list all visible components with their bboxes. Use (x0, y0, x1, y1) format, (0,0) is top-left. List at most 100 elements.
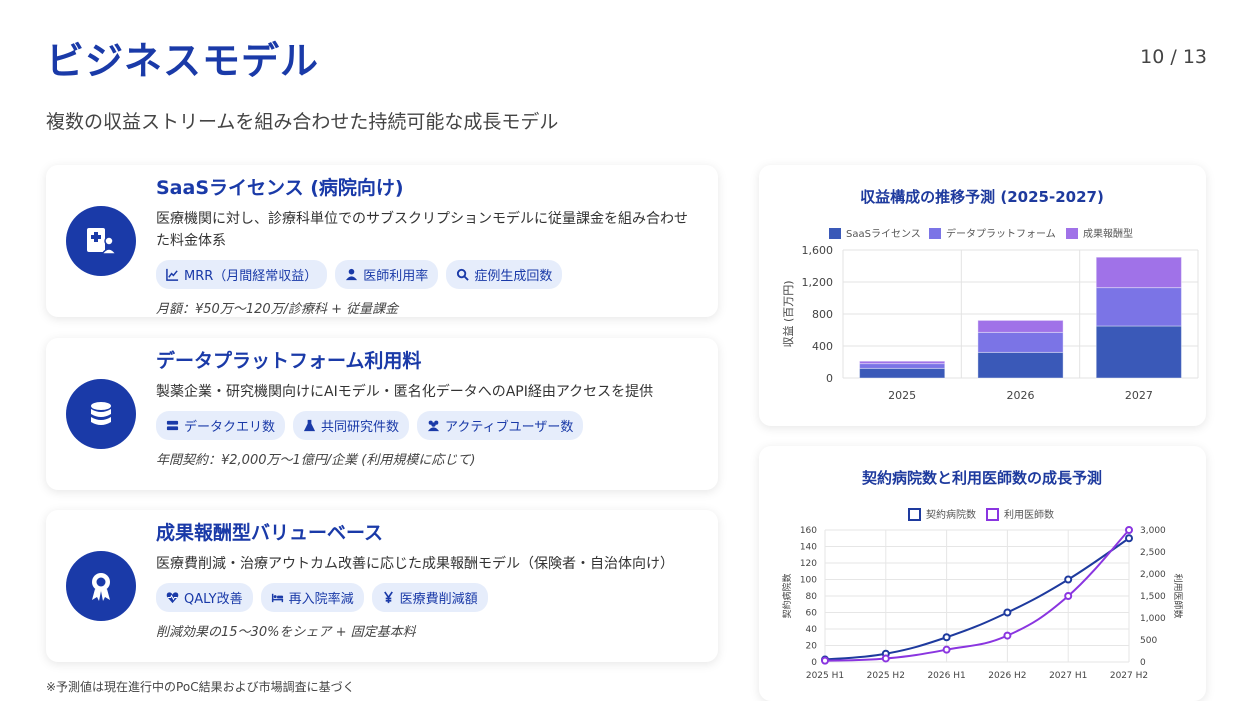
tag-data-queries: データクエリ数 (156, 411, 286, 440)
data-point (942, 633, 951, 642)
y-left-tick-label: 160 (800, 526, 817, 536)
tag-doctor-usage: 医師利用率 (335, 260, 439, 289)
line-chart-icon (166, 268, 179, 281)
card-description: 医療機関に対し、診療科単位でのサブスクリプションモデルに従量課金を組み合わせた料… (156, 211, 688, 249)
card-title: SaaSライセンス (病院向け) (156, 177, 404, 199)
card-title: データプラットフォーム利用料 (156, 350, 422, 372)
y-left-tick-label: 0 (811, 658, 817, 668)
x-tick-label: 2025 H1 (806, 671, 844, 681)
page-subtitle: 複数の収益ストリームを組み合わせた持続可能な成長モデル (46, 111, 559, 133)
data-point (942, 645, 951, 654)
y-left-tick-label: 100 (800, 576, 817, 586)
chart-title: 収益構成の推移予測 (2025-2027) (860, 188, 1104, 206)
growth-chart-panel: 契約病院数と利用医師数の成長予測 契約病院数 利用医師数 0 20 40 60 80 100 12… (759, 446, 1206, 701)
tag-joint-research: 共同研究件数 (293, 411, 410, 440)
tag-readmission: 再入院率減 (260, 583, 364, 612)
flask-icon (303, 419, 316, 432)
bar-segment (859, 363, 946, 369)
card-saas: SaaSライセンス (病院向け) 医療機関に対し、診療科単位でのサブスクリプショ… (46, 165, 718, 317)
server-icon (166, 420, 179, 431)
growth-line-chart: 契約病院数と利用医師数の成長予測契約病院数 利用医師数02040608010012… (781, 469, 1184, 681)
bar-segment (859, 367, 946, 379)
y-tick-label: 0 (826, 372, 833, 385)
data-point (1064, 575, 1073, 584)
card-data-platform: データプラットフォーム利用料 製薬企業・研究機関向けにAIモデル・匿名化データへ… (46, 338, 718, 490)
y-right-tick-label: 0 (1140, 658, 1146, 668)
bar-segment (977, 331, 1064, 353)
yen-icon (383, 591, 393, 604)
y-left-tick-label: 80 (806, 592, 818, 602)
y-tick-label: 400 (812, 340, 833, 353)
tag-mrr: MRR（月間経常収益） (156, 260, 328, 289)
revenue-stacked-bar-chart: 収益構成の推移予測 (2025-2027) SaaSライセンス データプラットフォー… (781, 188, 1199, 402)
x-tick-label: 2027 (1125, 389, 1153, 402)
chart-title: 契約病院数と利用医師数の成長予測 (861, 469, 1102, 487)
legend-swatch (986, 508, 999, 521)
y-left-tick-label: 20 (806, 642, 818, 652)
tag-cost-reduction: 医療費削減額 (371, 583, 488, 612)
revenue-chart-panel: 収益構成の推移予測 (2025-2027) SaaSライセンス データプラットフォー… (759, 165, 1206, 426)
card-note: 削減効果の15〜30%をシェア + 固定基本料 (156, 625, 416, 640)
card-description: 医療費削減・治療アウトカム改善に応じた成果報酬モデル（保険者・自治体向け） (156, 556, 674, 572)
x-tick-label: 2026 (1007, 389, 1035, 402)
x-tick-label: 2027 H2 (1110, 671, 1148, 681)
y-tick-label: 800 (812, 308, 833, 321)
card-note: 月額：¥50万〜120万/診療科 + 従量課金 (156, 302, 399, 317)
footnote: ※予測値は現在進行中のPoC結果および市場調査に基づく (46, 680, 355, 694)
bar-segment (977, 351, 1064, 379)
tag-case-generation: 症例生成回数 (446, 260, 563, 289)
data-point (1064, 592, 1073, 600)
legend-swatch (829, 228, 841, 239)
y-left-tick-label: 120 (800, 559, 817, 569)
page-number: 10 / 13 (1140, 46, 1207, 68)
series-line (824, 537, 1130, 661)
y-right-tick-label: 3,000 (1140, 526, 1166, 536)
card-description: 製薬企業・研究機関向けにAIモデル・匿名化データへのAPI経由アクセスを提供 (156, 384, 654, 400)
legend-label: 利用医師数 (1004, 508, 1054, 521)
bar-segment (859, 360, 946, 365)
series-line (824, 529, 1130, 662)
y-right-tick-label: 500 (1140, 636, 1157, 646)
legend-swatch (1066, 228, 1078, 239)
x-tick-label: 2025 H2 (867, 671, 905, 681)
bar-segment (1095, 325, 1182, 379)
bar-segment (1095, 287, 1182, 327)
y-left-axis-label: 契約病院数 (781, 573, 793, 618)
y-left-tick-label: 140 (800, 543, 817, 553)
data-point (821, 656, 829, 665)
y-axis-label: 収益 (百万円) (781, 280, 795, 347)
y-right-tick-label: 1,000 (1140, 614, 1166, 624)
data-point (881, 654, 890, 663)
tag-qaly: QALY改善 (156, 583, 253, 612)
y-left-tick-label: 40 (806, 625, 818, 635)
doctor-badge-icon (66, 206, 136, 276)
tag-active-users: アクティブユーザー数 (417, 411, 584, 440)
legend-label: データプラットフォーム (946, 227, 1056, 240)
x-tick-label: 2027 H1 (1049, 671, 1087, 681)
database-icon (66, 379, 136, 449)
y-right-tick-label: 2,000 (1140, 570, 1166, 580)
y-right-tick-label: 2,500 (1140, 548, 1166, 558)
y-left-tick-label: 60 (806, 609, 818, 619)
x-tick-label: 2026 H2 (988, 671, 1026, 681)
y-right-tick-label: 1,500 (1140, 592, 1166, 602)
bed-icon (271, 593, 283, 603)
legend-swatch (929, 228, 941, 239)
data-point (1125, 526, 1133, 534)
card-value-based: 成果報酬型バリューベース 医療費削減・治療アウトカム改善に応じた成果報酬モデル（… (46, 510, 718, 662)
legend-label: 契約病院数 (926, 508, 976, 521)
bar-segment (977, 319, 1064, 333)
heart-pulse-icon (166, 592, 179, 604)
legend-swatch (908, 508, 921, 521)
users-icon (427, 420, 440, 432)
y-right-axis-label: 利用医師数 (1172, 573, 1184, 618)
data-point (1003, 631, 1012, 640)
bar-segment (1095, 256, 1182, 289)
award-icon (66, 551, 136, 621)
x-tick-label: 2026 H1 (927, 671, 965, 681)
legend-label: SaaSライセンス (846, 228, 921, 240)
x-tick-label: 2025 (888, 389, 916, 402)
data-point (1125, 534, 1133, 543)
y-tick-label: 1,600 (802, 244, 834, 257)
data-point (1003, 608, 1012, 617)
